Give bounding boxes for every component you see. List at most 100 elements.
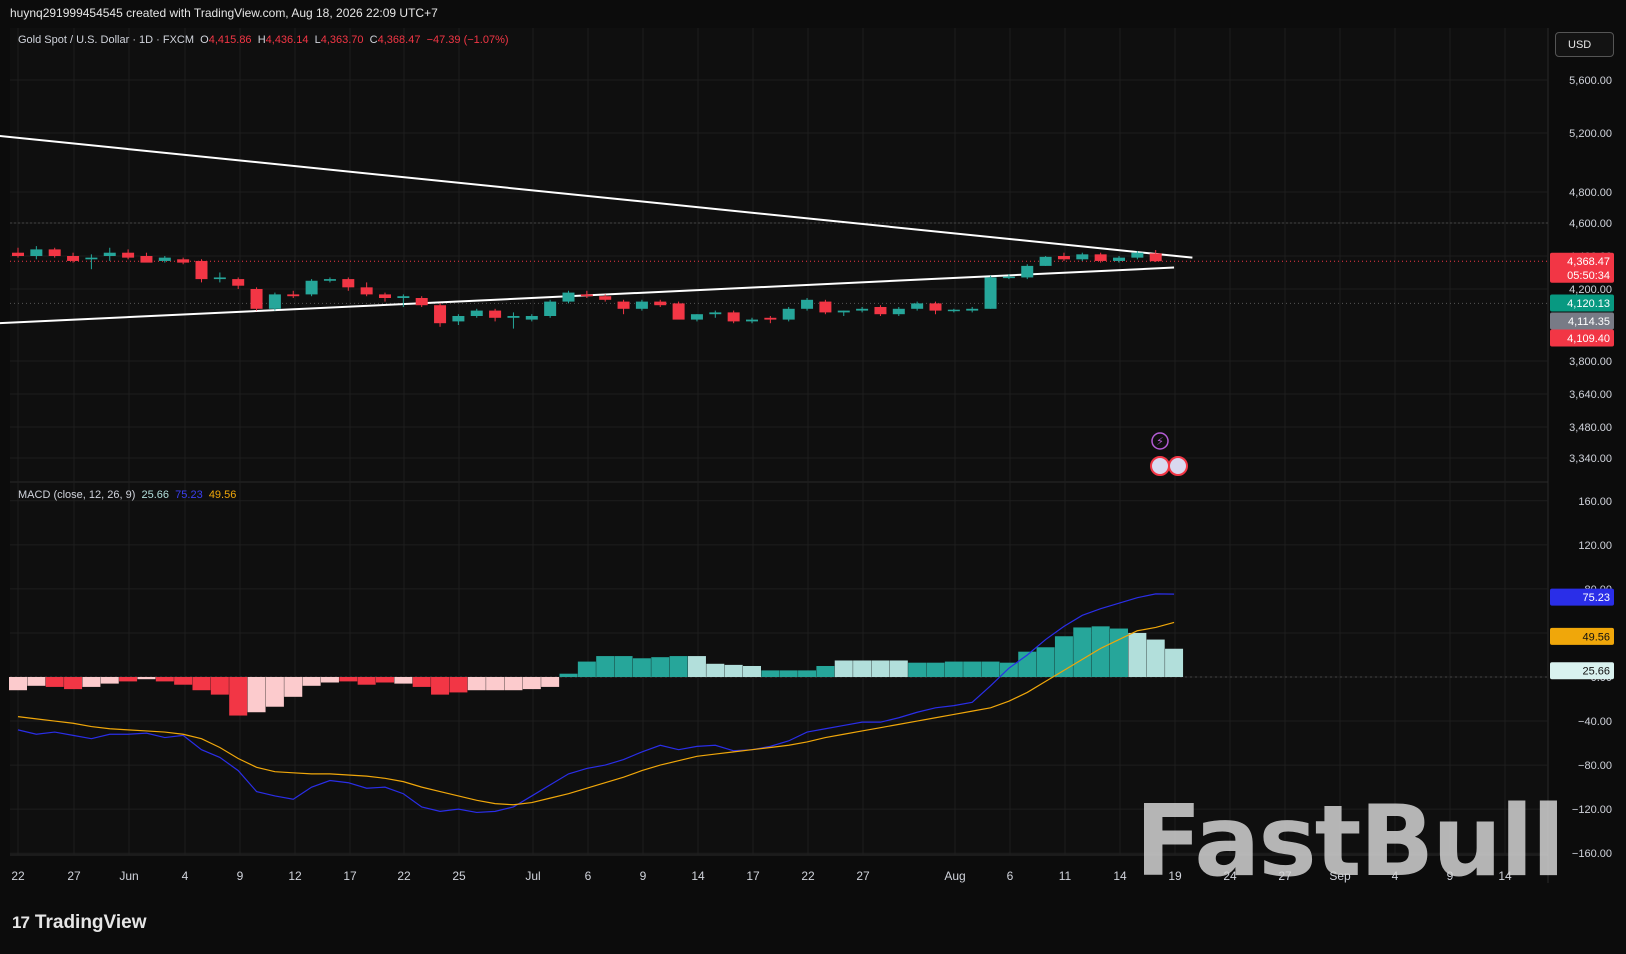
macd-histogram-bar [1036, 647, 1055, 677]
time-axis-tick-label: Aug [944, 869, 965, 883]
price-axis-tick-label: 3,800.00 [1569, 356, 1612, 368]
candle-body [819, 301, 832, 313]
macd-histogram-bar [137, 677, 156, 680]
candle-body [232, 279, 245, 286]
candle-body [1039, 256, 1052, 266]
candle-body [250, 289, 263, 309]
candle-body [12, 252, 24, 256]
price-axis-tick-label: 5,600.00 [1569, 75, 1612, 87]
symbol-name[interactable]: Gold Spot / U.S. Dollar · 1D · FXCM [18, 34, 194, 46]
tradingview-logo[interactable]: 17 TradingView [12, 912, 147, 934]
time-axis-tick-label: 4 [182, 869, 189, 883]
macd-histogram-bar [632, 658, 651, 677]
time-axis-tick-label: 25 [452, 869, 466, 883]
candle-body [415, 298, 428, 306]
macd-histogram-bar [1110, 628, 1128, 677]
macd-histogram-bar [247, 677, 266, 713]
candle-body [452, 316, 465, 322]
candle-body [947, 309, 960, 312]
macd-histogram-bar [119, 677, 138, 682]
candle-body [397, 296, 410, 298]
candle-body [690, 314, 703, 320]
time-axis-tick-label: 11 [1059, 869, 1072, 883]
macd-histogram-bar [926, 662, 945, 677]
macd-axis-tick-label: 160.00 [1578, 496, 1612, 508]
candle-body [323, 279, 336, 281]
macd-histogram-bar [357, 677, 376, 685]
candle-body [67, 256, 80, 261]
macd-axis-tick-label: −40.00 [1578, 716, 1612, 728]
candle-body [177, 259, 190, 263]
macd-histogram-bar [9, 677, 27, 691]
macd-histogram-bar [64, 677, 83, 690]
candle-body [874, 307, 887, 315]
time-axis-tick-label: 6 [1007, 869, 1014, 883]
chart-frame: 22 27 Jun 4 9 12 17 22 25 Jul 6 9 14 17 22 27 Aug 6 11 14 19… [0, 0, 1626, 954]
candle-body [1149, 253, 1162, 262]
macd-histogram-bar [816, 665, 835, 677]
macd-axis-tick-label: 120.00 [1578, 540, 1612, 552]
us-flag-event-icon [1150, 456, 1170, 476]
plot-background [10, 28, 1548, 855]
price-axis-tick-label: 3,640.00 [1569, 389, 1612, 401]
time-axis-tick-label: 14 [1113, 869, 1127, 883]
lightning-glyph-icon: ⚡ [1156, 436, 1164, 448]
candle-body [122, 252, 135, 258]
macd-histogram-bar [1073, 627, 1092, 677]
candle-body [1076, 254, 1089, 260]
candle-body [892, 308, 905, 315]
price-axis-tick-label: 4,800.00 [1569, 187, 1612, 199]
time-axis-tick-label: 9 [237, 869, 244, 883]
candle-body [158, 257, 171, 261]
price-label: 4,114.35 [1568, 316, 1610, 328]
candle-body [1002, 276, 1015, 279]
macd-histogram-bar [376, 677, 394, 683]
candle-body [140, 256, 153, 263]
candle-body [801, 299, 814, 309]
candle-body [1113, 257, 1125, 261]
macd-histogram-bar [908, 662, 927, 677]
candle-body [782, 308, 795, 320]
macd-line-value: 75.23 [175, 489, 203, 501]
time-axis-tick-label: 17 [343, 869, 357, 883]
candle-body [342, 279, 355, 288]
high-label: H [257, 34, 266, 46]
attribution-text: huynq291999454545 created with TradingVi… [10, 6, 438, 20]
macd-histogram-bar [798, 670, 817, 677]
macd-histogram-bar [559, 673, 578, 677]
candle-body [85, 257, 98, 260]
macd-histogram-bar [853, 660, 872, 677]
macd-histogram-bar [174, 677, 193, 685]
macd-histogram-bar [944, 661, 963, 677]
candle-body [580, 294, 593, 297]
price-axis-tick-label: 5,200.00 [1569, 128, 1612, 140]
time-axis-tick-label: 27 [856, 869, 870, 883]
time-axis-tick-label: 17 [746, 869, 760, 883]
tradingview-logo-text: TradingView [34, 912, 147, 933]
candle-body [635, 301, 648, 309]
macd-axis-tick-label: −80.00 [1578, 760, 1612, 772]
candle-body [837, 310, 850, 313]
time-axis-tick-label: 22 [397, 869, 411, 883]
candle-body [213, 277, 226, 280]
price-label: 4,109.40 [1567, 333, 1610, 345]
candle-body [470, 310, 483, 316]
symbol-legend: Gold Spot / U.S. Dollar · 1D · FXCM O4,4… [18, 34, 509, 46]
macd-signal-value: 49.56 [208, 489, 237, 501]
price-axis-tick-label: 3,340.00 [1569, 453, 1612, 465]
macd-histogram-bar [981, 661, 1000, 677]
macd-histogram-bar [320, 677, 339, 683]
macd-histogram-bar [100, 677, 119, 684]
macd-histogram-bar [229, 677, 248, 716]
macd-indicator-label[interactable]: MACD (close, 12, 26, 9) [18, 489, 135, 501]
candle-body [746, 319, 758, 322]
macd-histogram-bar [614, 656, 633, 677]
currency-button[interactable]: USD [1555, 32, 1614, 57]
price-label: 4,120.13 [1567, 298, 1610, 310]
candle-body [1057, 256, 1070, 260]
candle-body [709, 312, 722, 315]
time-axis-tick-label: 12 [288, 869, 302, 883]
macd-histogram-bar [743, 665, 761, 677]
macd-histogram-bar [82, 677, 101, 687]
macd-histogram-bar [412, 677, 431, 687]
